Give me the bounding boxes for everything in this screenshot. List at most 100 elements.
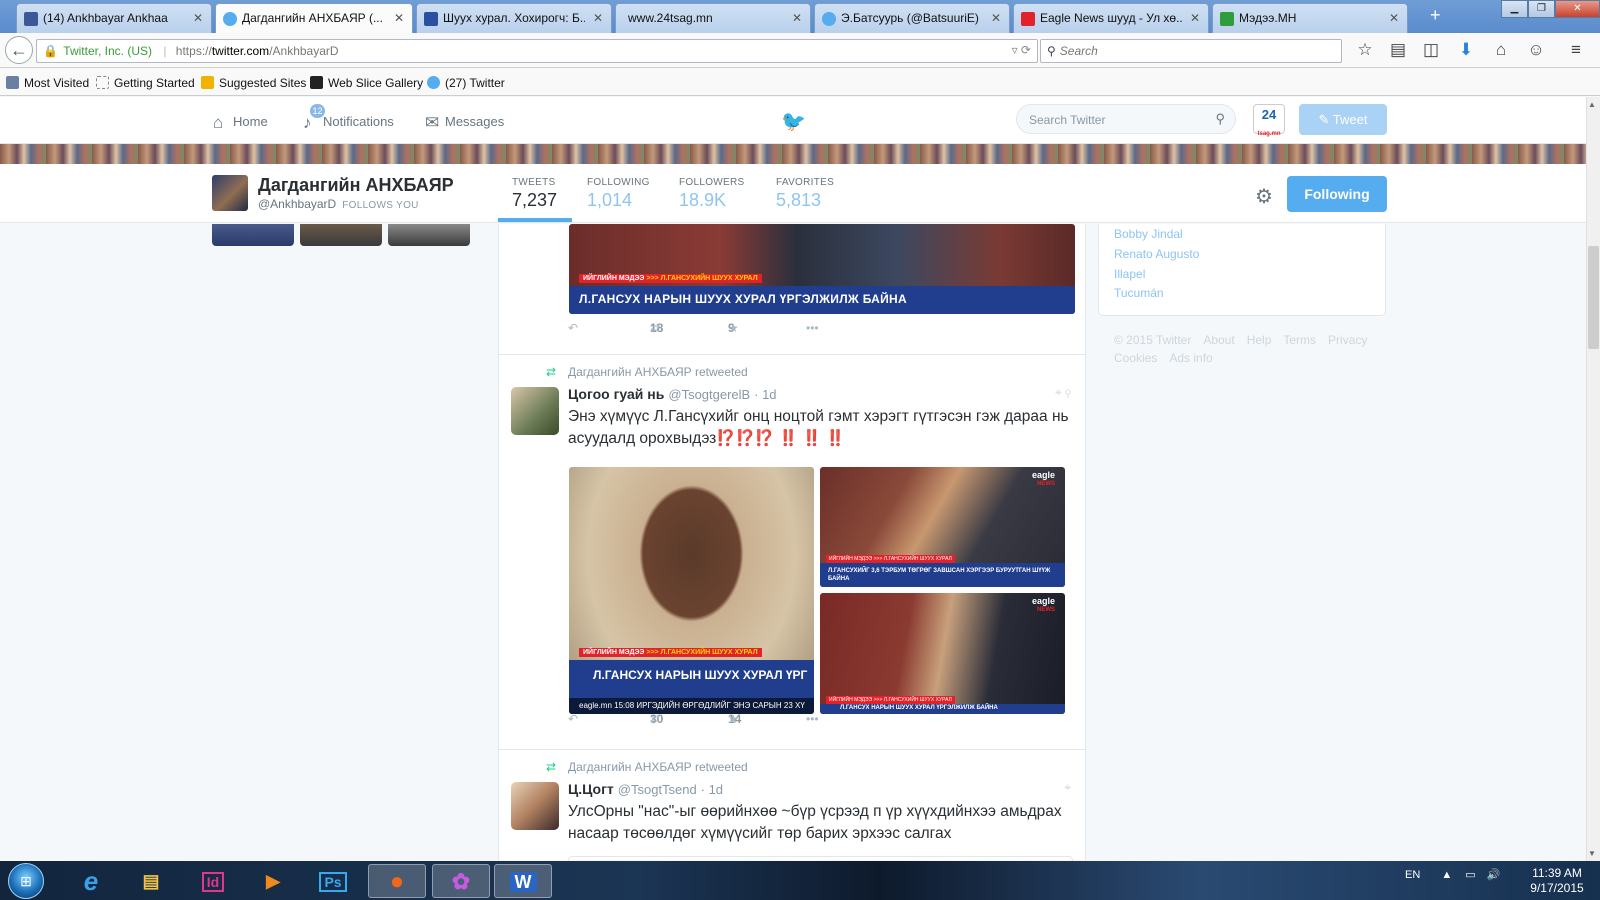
scroll-down-icon[interactable]: ▼ — [1588, 849, 1596, 858]
close-tab-icon[interactable]: ✕ — [193, 11, 203, 25]
tweet-photo-woman[interactable]: ИЙГЛИЙН МЭДЭЭ >>> Л.ГАНСУХИЙН ШУУХ ХУРАЛ… — [569, 467, 814, 714]
bookmark-twitter[interactable]: (27) Twitter — [427, 76, 505, 90]
stat-tweets[interactable]: TWEETS 7,237 — [512, 177, 557, 211]
tweet-photo-man-2[interactable]: eagle NEWS ИЙГЛИЙН МЭДЭЭ >>> Л.ГАНСУХИЙН … — [820, 593, 1065, 714]
browser-tab[interactable]: Шуух хурал. Хохирогч: Б... ✕ — [416, 3, 612, 33]
favorite-action[interactable]: ★ 14 — [728, 712, 741, 726]
internet-explorer-icon[interactable]: e — [62, 864, 120, 898]
messenger-icon[interactable]: ✿ — [432, 864, 490, 898]
trend-item[interactable]: Renato Augusto — [1114, 247, 1199, 261]
back-button[interactable]: ← — [5, 36, 33, 64]
profile-name[interactable]: Дагдангийн АНХБАЯР — [258, 175, 454, 196]
following-button[interactable]: Following — [1287, 176, 1387, 212]
footer-link-terms[interactable]: Terms — [1283, 333, 1316, 347]
network-icon[interactable]: ▭ — [1465, 869, 1475, 881]
tweet-author-avatar[interactable] — [511, 387, 559, 435]
footer-link-privacy[interactable]: Privacy — [1328, 333, 1367, 347]
location-icon[interactable]: ⌖ ⚲ — [1055, 385, 1071, 400]
nav-messages[interactable]: ✉ Messages — [425, 113, 504, 133]
browser-tab[interactable]: Мэдээ.МН ✕ — [1212, 3, 1408, 33]
footer-link-about[interactable]: About — [1203, 333, 1234, 347]
nav-home[interactable]: ⌂ Home — [213, 113, 268, 133]
trend-item[interactable]: Illapel — [1114, 267, 1145, 281]
photo-thumbnail[interactable] — [388, 224, 470, 246]
trend-item[interactable]: Bobby Jindal — [1114, 227, 1183, 241]
search-icon[interactable]: ⚲ — [1215, 111, 1225, 127]
bookmark-getting-started[interactable]: Getting Started — [96, 76, 195, 90]
profile-avatar[interactable] — [212, 175, 248, 211]
browser-tab[interactable]: (14) Ankhbayar Ankhaa ✕ — [16, 3, 212, 33]
language-indicator[interactable]: EN — [1405, 869, 1420, 881]
scroll-up-icon[interactable]: ▲ — [1588, 100, 1596, 109]
close-tab-icon[interactable]: ✕ — [991, 11, 1001, 25]
tweet-compose-button[interactable]: ✎ Tweet — [1299, 104, 1387, 135]
footer-link-ads-info[interactable]: Ads info — [1169, 351, 1212, 365]
browser-tab[interactable]: Э.Батсуурь (@BatsuuriE) ... ✕ — [814, 3, 1010, 33]
home-icon[interactable]: ⌂ — [1490, 40, 1512, 60]
menu-icon[interactable]: ≡ — [1565, 40, 1587, 60]
twitter-search-input[interactable]: Search Twitter ⚲ — [1016, 104, 1236, 134]
browser-tab[interactable]: www.24tsag.mn ✕ — [615, 3, 811, 33]
firefox-icon[interactable]: ● — [368, 864, 426, 898]
trend-item[interactable]: Tucumán — [1114, 286, 1164, 300]
bookmark-star-icon[interactable]: ☆ — [1354, 40, 1376, 60]
photo-thumbnail[interactable] — [212, 224, 294, 246]
more-icon[interactable]: ••• — [806, 712, 819, 726]
tweet-author[interactable]: Ц.Цогт @TsogtTsend · 1d — [568, 781, 723, 797]
tweet[interactable]: ⇄ Дагдангийн АНХБАЯР retweeted Цогоо гуай… — [499, 354, 1085, 739]
download-icon[interactable]: ⬇ — [1455, 40, 1477, 60]
location-icon[interactable]: ⌖ — [1064, 780, 1071, 795]
url-bar[interactable]: 🔒 Twitter, Inc. (US) | https://twitter.c… — [36, 39, 1038, 63]
stat-followers[interactable]: FOLLOWERS 18.9K — [679, 177, 745, 211]
close-tab-icon[interactable]: ✕ — [1190, 11, 1200, 25]
close-tab-icon[interactable]: ✕ — [792, 11, 802, 25]
footer-link-cookies[interactable]: Cookies — [1114, 351, 1157, 365]
favorite-action[interactable]: ★ 9 — [728, 321, 739, 335]
browser-tab[interactable]: Eagle News шууд - Ул хө... ✕ — [1013, 3, 1209, 33]
indesign-icon[interactable]: Id — [184, 864, 242, 898]
gear-icon[interactable]: ⚙ — [1255, 184, 1273, 209]
reading-list-icon[interactable]: ▤ — [1387, 40, 1409, 60]
tweet-media-image[interactable]: ИЙГЛИЙН МЭДЭЭ >>> Л.ГАНСУХИЙН ШУУХ ХУРАЛ… — [569, 224, 1075, 314]
minimize-icon[interactable]: ▁ — [1501, 0, 1528, 18]
account-avatar[interactable]: 24 tsag.mn — [1253, 104, 1285, 137]
close-tab-icon[interactable]: ✕ — [394, 11, 404, 25]
footer-link-help[interactable]: Help — [1247, 333, 1272, 347]
twitter-bird-icon[interactable]: 🐦 — [781, 109, 806, 134]
stat-following[interactable]: FOLLOWING 1,014 — [587, 177, 650, 211]
new-tab-icon[interactable]: + — [1430, 5, 1441, 26]
retweet-action[interactable]: ⇄ 30 — [650, 712, 663, 726]
profile-handle[interactable]: @AnkhbayarD — [258, 197, 336, 211]
scrollbar-thumb[interactable] — [1588, 246, 1599, 349]
hello-icon[interactable]: ☺ — [1525, 40, 1547, 60]
word-icon[interactable]: W — [494, 864, 552, 898]
bookmark-suggested-sites[interactable]: Suggested Sites — [201, 76, 306, 90]
retweet-action[interactable]: ⇄ 18 — [650, 321, 663, 335]
tweet[interactable]: ⇄ Дагдангийн АНХБАЯР retweeted Ц.Цогт @Tso… — [499, 749, 1085, 862]
close-tab-icon[interactable]: ✕ — [593, 11, 603, 25]
windows-start-icon[interactable]: ⊞ — [8, 863, 44, 899]
site-identity[interactable]: Twitter, Inc. (US) — [63, 44, 152, 58]
maximize-icon[interactable]: ❐ — [1528, 0, 1555, 18]
close-tab-icon[interactable]: ✕ — [1389, 11, 1399, 25]
photo-thumbnail[interactable] — [300, 224, 382, 246]
file-explorer-icon[interactable]: ▤ — [122, 864, 180, 898]
close-window-icon[interactable]: ✕ — [1555, 0, 1600, 18]
media-player-icon[interactable]: ▶ — [244, 864, 302, 898]
reload-icon[interactable]: ▿ ⟳ — [1012, 43, 1031, 57]
photoshop-icon[interactable]: Ps — [304, 864, 362, 898]
show-hidden-icons[interactable]: ▲ — [1441, 869, 1452, 881]
pocket-icon[interactable]: ◫ — [1420, 40, 1442, 60]
browser-tab-active[interactable]: Дагдангийн АНХБАЯР (... ✕ — [215, 3, 413, 33]
bookmark-most-visited[interactable]: Most Visited — [6, 76, 89, 90]
system-clock[interactable]: 11:39 AM 9/17/2015 — [1522, 866, 1592, 896]
page-scrollbar[interactable] — [1586, 97, 1600, 861]
reply-icon[interactable]: ↶ — [568, 321, 578, 335]
tweet-author[interactable]: Цогоо гуай нь @TsogtgerelB · 1d — [568, 386, 777, 402]
stat-favorites[interactable]: FAVORITES 5,813 — [776, 177, 834, 211]
tweet-author-avatar[interactable] — [511, 782, 559, 830]
tweet-photo-man-1[interactable]: eagle NEWS ИЙГЛИЙН МЭДЭЭ >>> Л.ГАНСУХИЙН … — [820, 467, 1065, 587]
volume-icon[interactable]: 🔊 — [1487, 869, 1501, 881]
more-icon[interactable]: ••• — [806, 321, 819, 335]
browser-search-box[interactable]: ⚲ Search — [1040, 39, 1342, 63]
